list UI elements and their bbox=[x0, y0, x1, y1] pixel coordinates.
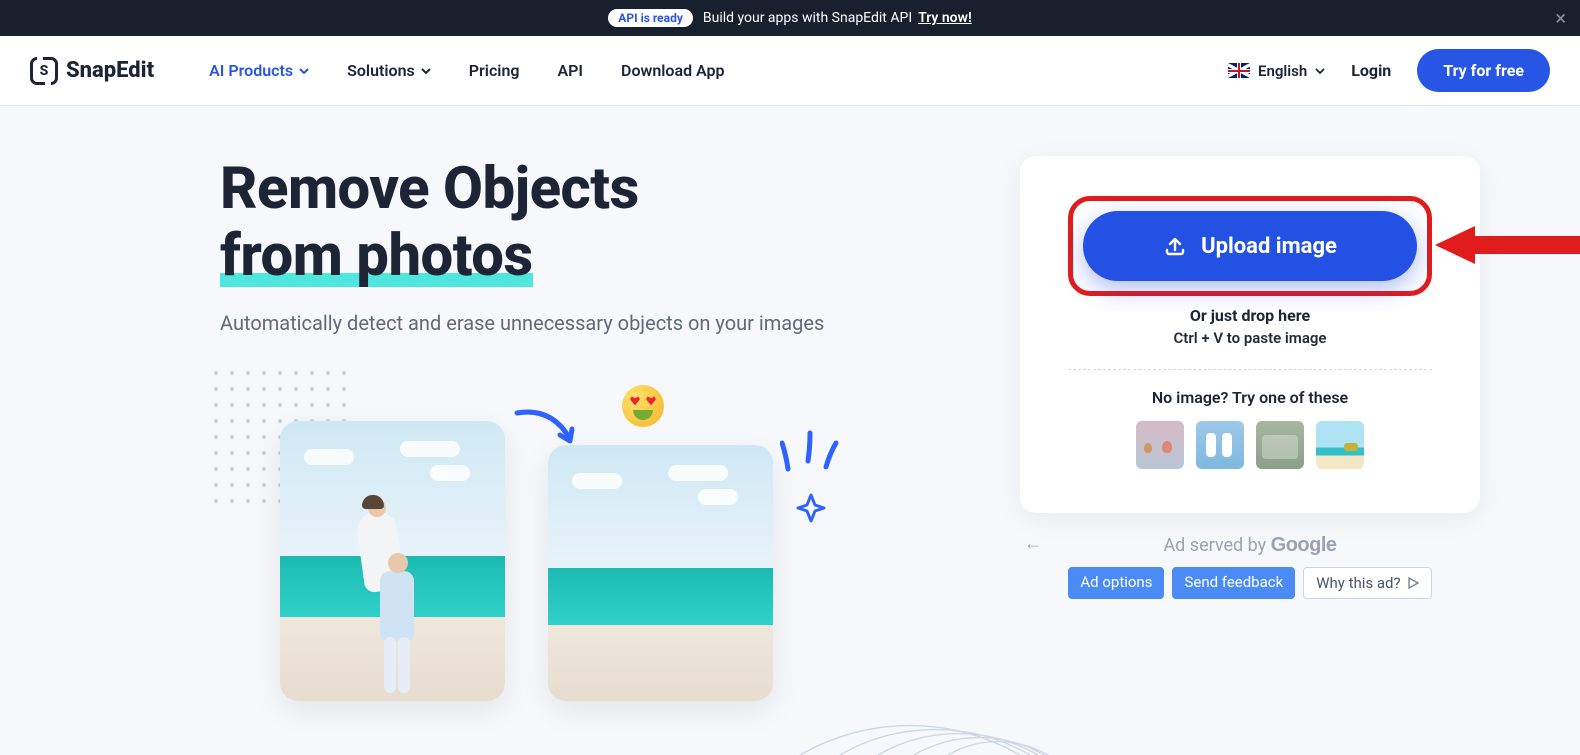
login-link[interactable]: Login bbox=[1351, 61, 1391, 80]
sparkle-star-icon bbox=[796, 493, 826, 523]
nav-solutions[interactable]: Solutions bbox=[347, 61, 431, 80]
nav-label: Pricing bbox=[469, 61, 520, 80]
close-icon[interactable]: × bbox=[1555, 6, 1566, 30]
upload-button-label: Upload image bbox=[1201, 234, 1337, 259]
highlight-ring: Upload image bbox=[1068, 196, 1432, 296]
page-body: Remove Objects from photos Automatically… bbox=[0, 106, 1580, 685]
spark-lines-icon bbox=[780, 425, 840, 485]
hero-illustration bbox=[220, 365, 1020, 685]
paste-hint-text: Ctrl + V to paste image bbox=[1068, 329, 1432, 347]
before-image bbox=[280, 421, 505, 701]
ad-back-icon[interactable]: ← bbox=[1020, 533, 1042, 554]
banner-try-link[interactable]: Try now! bbox=[918, 10, 972, 26]
nav-download-app[interactable]: Download App bbox=[621, 61, 725, 80]
brand-name: SnapEdit bbox=[66, 58, 154, 83]
sample-thumb-3[interactable] bbox=[1256, 421, 1304, 469]
ad-strip: ← Ad served by Google Ad options Send fe… bbox=[1020, 533, 1480, 599]
nav-label: API bbox=[557, 61, 583, 80]
hero-title-line1: Remove Objects bbox=[220, 155, 639, 223]
hero-title: Remove Objects from photos bbox=[220, 156, 1020, 289]
sample-thumb-4[interactable] bbox=[1316, 421, 1364, 469]
sample-thumbnails bbox=[1068, 421, 1432, 469]
logo-mark-icon: S bbox=[30, 57, 58, 85]
people-figure bbox=[350, 511, 440, 691]
why-ad-label: Why this ad? bbox=[1316, 574, 1400, 592]
sample-thumb-2[interactable] bbox=[1196, 421, 1244, 469]
nav-ai-products[interactable]: AI Products bbox=[209, 61, 309, 80]
heart-eyes-emoji-icon bbox=[622, 385, 664, 427]
hero-title-line2: from photos bbox=[220, 223, 533, 290]
ad-options-button[interactable]: Ad options bbox=[1068, 567, 1164, 599]
nav-label: Download App bbox=[621, 61, 725, 80]
nav-right-group: English Login Try for free bbox=[1228, 49, 1550, 92]
language-label: English bbox=[1258, 62, 1307, 80]
upload-card: Upload image Or just drop here Ctrl + V … bbox=[1020, 156, 1480, 513]
nav-label: Solutions bbox=[347, 61, 415, 80]
brand-logo[interactable]: S SnapEdit bbox=[30, 57, 154, 85]
send-feedback-button[interactable]: Send feedback bbox=[1172, 567, 1295, 599]
upload-image-button[interactable]: Upload image bbox=[1083, 211, 1417, 281]
hero-subtitle: Automatically detect and erase unnecessa… bbox=[220, 311, 1020, 335]
divider bbox=[1068, 369, 1432, 370]
red-arrow-annotation-icon bbox=[1435, 220, 1580, 270]
banner-text: Build your apps with SnapEdit API bbox=[703, 10, 912, 26]
arcs-decoration-icon bbox=[780, 595, 1060, 755]
why-this-ad-button[interactable]: Why this ad? bbox=[1303, 567, 1431, 599]
drop-here-text: Or just drop here bbox=[1068, 306, 1432, 325]
google-logo-text: Google bbox=[1271, 534, 1337, 556]
nav-label: AI Products bbox=[209, 61, 293, 80]
api-ready-pill: API is ready bbox=[608, 9, 693, 27]
nav-pricing[interactable]: Pricing bbox=[469, 61, 520, 80]
hero-section: Remove Objects from photos Automatically… bbox=[0, 156, 1020, 685]
chevron-down-icon bbox=[299, 66, 309, 76]
primary-menu: AI Products Solutions Pricing API Downlo… bbox=[209, 61, 724, 80]
after-image bbox=[548, 445, 773, 701]
ad-served-by-text: Ad served by Google bbox=[1020, 534, 1480, 557]
chevron-down-icon bbox=[1315, 66, 1325, 76]
sample-images-label: No image? Try one of these bbox=[1068, 388, 1432, 407]
chevron-down-icon bbox=[421, 66, 431, 76]
language-selector[interactable]: English bbox=[1228, 62, 1325, 80]
announcement-banner: API is ready Build your apps with SnapEd… bbox=[0, 0, 1580, 36]
adchoices-icon bbox=[1407, 577, 1419, 589]
uk-flag-icon bbox=[1228, 63, 1250, 78]
try-free-button[interactable]: Try for free bbox=[1417, 49, 1550, 92]
sample-thumb-1[interactable] bbox=[1136, 421, 1184, 469]
main-navbar: S SnapEdit AI Products Solutions Pricing… bbox=[0, 36, 1580, 106]
upload-icon bbox=[1163, 234, 1187, 258]
nav-api[interactable]: API bbox=[557, 61, 583, 80]
upload-panel-column: Upload image Or just drop here Ctrl + V … bbox=[1020, 156, 1580, 685]
